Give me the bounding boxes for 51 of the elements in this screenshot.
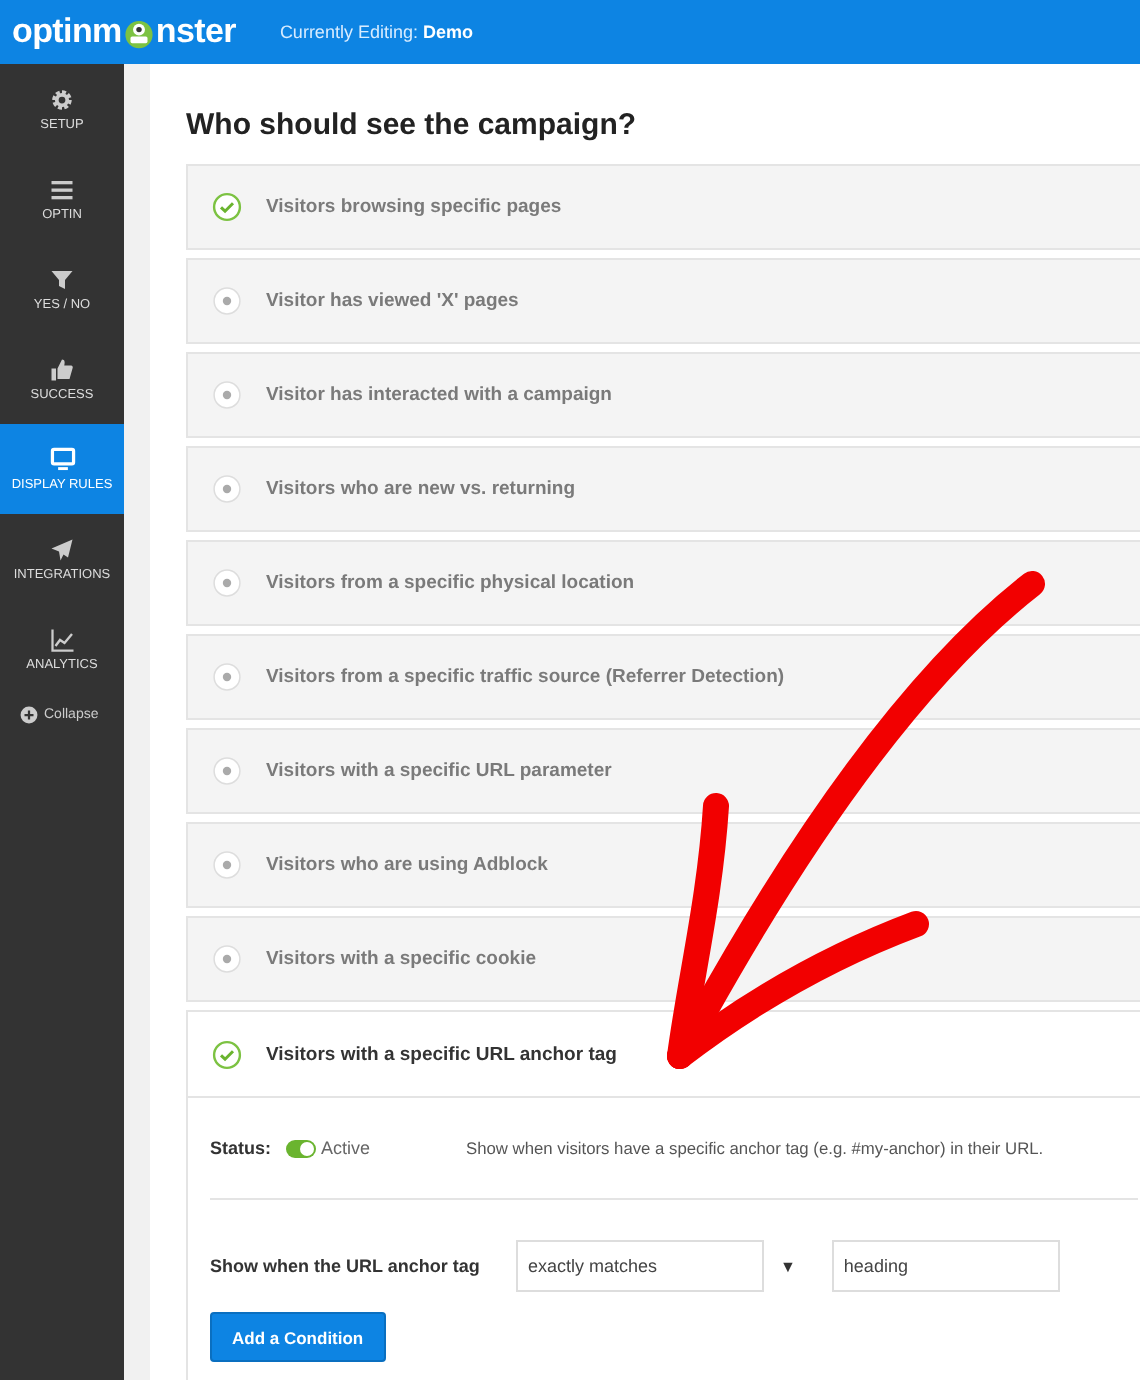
gear-icon (50, 87, 74, 111)
rule-card[interactable]: Visitors from a specific traffic source (Referrer Detection) (186, 634, 1140, 720)
line-chart-icon (49, 627, 75, 651)
value-input[interactable]: heading (831, 1240, 1060, 1292)
condition-label: Show when the URL anchor tag (210, 1256, 482, 1276)
monitor-icon (49, 446, 75, 472)
check-circle-icon[interactable] (212, 192, 242, 222)
logo-text: optinm (12, 12, 122, 52)
rule-card[interactable]: Visitors who are using Adblock (186, 822, 1140, 908)
rule-card[interactable]: Visitors who are new vs. returning (186, 446, 1140, 532)
rule-card[interactable]: Visitor has viewed 'X' pages (186, 258, 1140, 344)
radio-dot-icon[interactable] (212, 286, 242, 316)
rule-label: Visitors browsing specific pages (266, 196, 562, 218)
paper-plane-icon (50, 537, 74, 561)
rule-label: Visitors with a specific URL anchor tag (266, 1043, 617, 1065)
radio-dot-icon[interactable] (212, 380, 242, 410)
rule-label: Visitors from a specific physical location (266, 572, 635, 594)
radio-dot-icon[interactable] (212, 944, 242, 974)
rule-card[interactable]: Visitors browsing specific pages (186, 164, 1140, 250)
dropdown-arrow[interactable]: ▼ (780, 1257, 796, 1275)
editing-label: Currently Editing: Demo (279, 22, 473, 42)
filter-icon (50, 267, 74, 291)
rule-label: Visitors from a specific traffic source (Referrer Detection) (266, 666, 785, 688)
rule-label: Visitor has interacted with a campaign (266, 384, 612, 406)
radio-dot-icon[interactable] (212, 474, 242, 504)
menu-icon (50, 177, 74, 201)
page-heading: Who should see the campaign? (186, 108, 639, 142)
plus-circle-icon (20, 706, 38, 724)
status-toggle[interactable] (285, 1139, 316, 1157)
check-circle-icon[interactable] (212, 1039, 242, 1069)
rule-card[interactable] (186, 1010, 1140, 1380)
status-text: Active (321, 1138, 371, 1158)
rule-label: Visitors with a specific URL parameter (266, 760, 612, 782)
thumbs-up-icon (50, 357, 74, 381)
status-label: Status: (210, 1138, 272, 1158)
rule-card[interactable]: Visitor has interacted with a campaign (186, 352, 1140, 438)
monster-icon (121, 15, 156, 49)
rule-label: Visitors with a specific cookie (266, 948, 536, 970)
rule-label: Visitors who are using Adblock (266, 854, 548, 876)
add-condition-button[interactable]: Add a Condition (210, 1312, 386, 1362)
rule-card[interactable]: Visitors from a specific physical location (186, 540, 1140, 626)
radio-dot-icon[interactable] (212, 756, 242, 786)
rule-label: Visitors who are new vs. returning (266, 478, 576, 500)
operator-select[interactable]: exactly matches (516, 1240, 764, 1292)
logo-text: nster (155, 12, 236, 52)
radio-dot-icon[interactable] (212, 568, 242, 598)
rule-card[interactable]: Visitors with a specific URL parameter (186, 728, 1140, 814)
rule-description: Show when visitors have a specific anchor tag (e.g. #my-anchor) in their URL. (466, 1138, 1044, 1158)
radio-dot-icon[interactable] (212, 662, 242, 692)
radio-dot-icon[interactable] (212, 850, 242, 880)
rule-label: Visitor has viewed 'X' pages (266, 290, 519, 312)
